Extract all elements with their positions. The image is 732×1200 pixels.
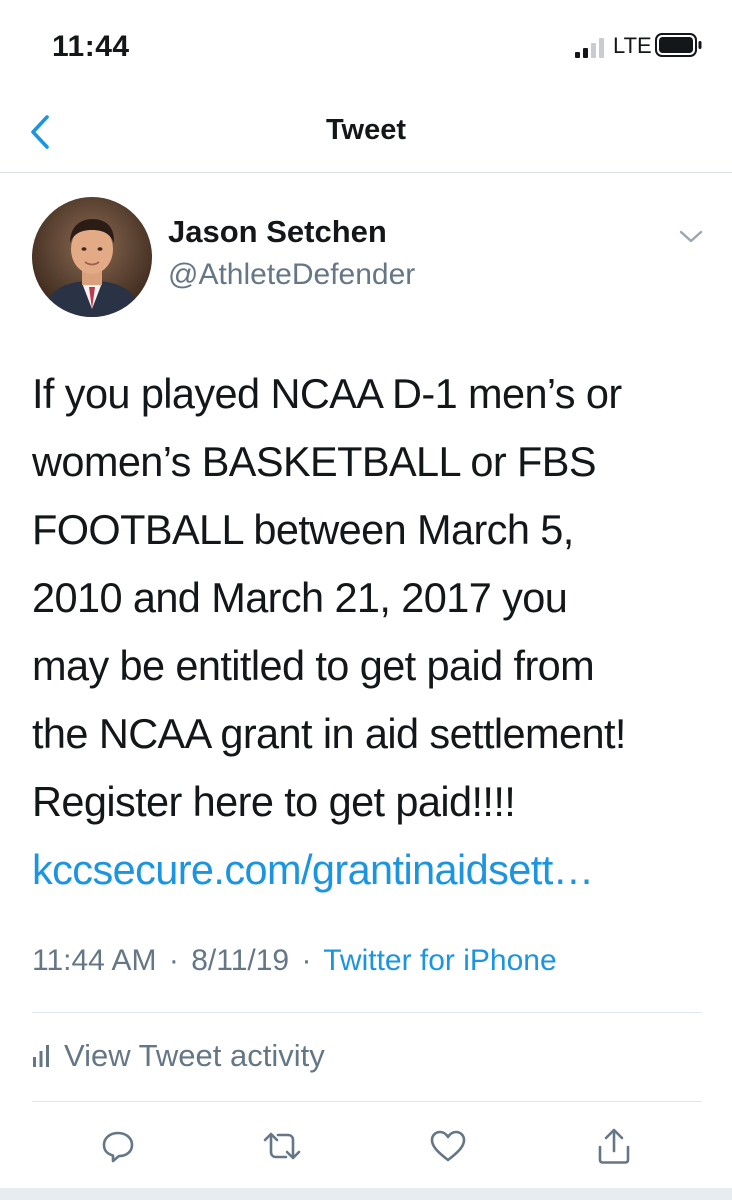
author-name[interactable]: Jason Setchen	[168, 214, 387, 250]
share-icon	[598, 1128, 630, 1164]
like-button[interactable]	[426, 1124, 470, 1168]
tweet-time: 11:44 AM	[32, 944, 157, 977]
tweet-text-line: may be entitled to get paid from	[32, 642, 595, 689]
tweet-text-line: Register here to get paid!!!!	[32, 778, 516, 825]
battery-icon	[655, 33, 702, 57]
page-title: Tweet	[325, 114, 407, 146]
signal-strength-icon	[575, 38, 604, 58]
tweet-text-line: FOOTBALL between March 5,	[32, 506, 574, 553]
heart-icon	[430, 1130, 466, 1162]
divider	[32, 1012, 702, 1013]
tweet-date: 8/11/19	[191, 944, 290, 977]
retweet-button[interactable]	[260, 1124, 304, 1168]
status-bar: 11:44 LTE	[0, 0, 732, 92]
navigation-bar: Tweet	[0, 92, 732, 173]
tweet-text-line: the NCAA grant in aid settlement!	[32, 710, 626, 757]
tweet-text-line: women’s BASKETBALL or FBS	[32, 438, 597, 485]
retweet-icon	[263, 1132, 301, 1160]
tweet-source-link[interactable]: Twitter for iPhone	[323, 944, 556, 977]
view-tweet-activity-button[interactable]: View Tweet activity	[32, 1034, 325, 1078]
tweet-detail-screen: 11:44 LTE Tweet Jason Setchen @AthleteDe…	[0, 0, 732, 1200]
network-type: LTE	[613, 33, 652, 58]
divider	[32, 1101, 702, 1102]
tweet-link[interactable]: kccsecure.com/grantinaidsett…	[32, 846, 594, 893]
share-button[interactable]	[592, 1124, 636, 1168]
chevron-down-icon	[679, 230, 703, 243]
author-avatar[interactable]	[32, 197, 152, 317]
tweet-meta: 11:44 AM · 8/11/19 · Twitter for iPhone	[32, 944, 557, 978]
tweet-text-line: 2010 and March 21, 2017 you	[32, 574, 568, 621]
status-time: 11:44	[52, 30, 130, 63]
avatar-photo	[32, 197, 152, 317]
tweet-text-line: If you played NCAA D-1 men’s or	[32, 370, 622, 417]
tweet-action-bar	[0, 1116, 732, 1172]
author-handle[interactable]: @AthleteDefender	[168, 258, 415, 292]
bottom-separator	[0, 1188, 732, 1200]
meta-separator: ·	[168, 944, 179, 977]
reply-button[interactable]	[96, 1124, 140, 1168]
tweet-text: If you played NCAA D-1 men’s or women’s …	[32, 360, 712, 904]
meta-separator: ·	[301, 944, 312, 977]
reply-icon	[102, 1131, 134, 1163]
view-tweet-activity-label: View Tweet activity	[64, 1038, 325, 1073]
bar-chart-icon	[33, 1045, 49, 1067]
tweet-options-button[interactable]	[676, 222, 706, 252]
